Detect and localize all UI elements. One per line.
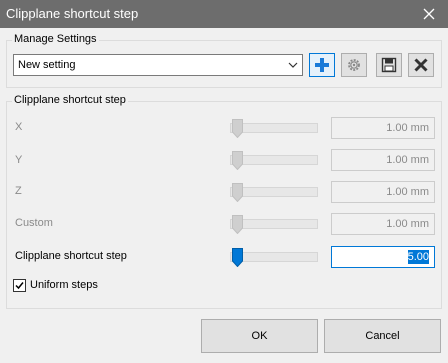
title-bar: Clipplane shortcut step bbox=[0, 0, 448, 28]
clipplane-step-value: 5.00 bbox=[407, 250, 429, 264]
cancel-button[interactable]: Cancel bbox=[324, 319, 441, 353]
add-setting-button[interactable] bbox=[309, 53, 335, 77]
clipplane-step-field[interactable]: 5.00 bbox=[331, 246, 435, 268]
y-slider-track bbox=[230, 155, 318, 165]
y-label: Y bbox=[15, 154, 23, 166]
save-icon bbox=[381, 57, 397, 73]
window-title: Clipplane shortcut step bbox=[6, 6, 139, 21]
clipplane-step-slider-thumb[interactable] bbox=[232, 248, 243, 267]
custom-slider-thumb[interactable] bbox=[232, 215, 243, 234]
x-slider-thumb[interactable] bbox=[232, 119, 243, 138]
custom-label: Custom bbox=[15, 217, 53, 229]
clipplane-step-label: Clipplane shortcut step bbox=[15, 250, 127, 262]
x-slider-track bbox=[230, 123, 318, 133]
ok-button[interactable]: OK bbox=[201, 319, 318, 353]
settings-button[interactable] bbox=[341, 53, 367, 77]
custom-slider-track bbox=[230, 219, 318, 229]
checkmark-icon bbox=[15, 282, 24, 290]
z-slider-thumb[interactable] bbox=[232, 183, 243, 202]
setting-select-value: New setting bbox=[18, 59, 76, 71]
delete-setting-button[interactable] bbox=[408, 53, 434, 77]
z-step-field[interactable]: 1.00 mm bbox=[331, 181, 435, 203]
x-step-field[interactable]: 1.00 mm bbox=[331, 117, 435, 139]
save-setting-button[interactable] bbox=[376, 53, 402, 77]
plus-icon bbox=[315, 58, 329, 72]
y-slider-thumb[interactable] bbox=[232, 151, 243, 170]
chevron-down-icon bbox=[288, 62, 298, 68]
close-icon bbox=[423, 8, 435, 20]
clipplane-step-slider-track bbox=[230, 252, 318, 262]
x-label: X bbox=[15, 121, 23, 133]
custom-step-field[interactable]: 1.00 mm bbox=[331, 213, 435, 235]
delete-icon bbox=[414, 58, 428, 72]
z-slider-track bbox=[230, 187, 318, 197]
gear-icon bbox=[348, 59, 360, 71]
manage-settings-label: Manage Settings bbox=[12, 33, 99, 45]
uniform-steps-checkbox[interactable] bbox=[13, 279, 26, 292]
uniform-steps-label: Uniform steps bbox=[30, 279, 98, 291]
z-label: Z bbox=[15, 185, 22, 197]
y-step-field[interactable]: 1.00 mm bbox=[331, 149, 435, 171]
setting-select[interactable]: New setting bbox=[13, 54, 303, 76]
step-group-label: Clipplane shortcut step bbox=[12, 94, 128, 106]
close-button[interactable] bbox=[410, 0, 448, 28]
